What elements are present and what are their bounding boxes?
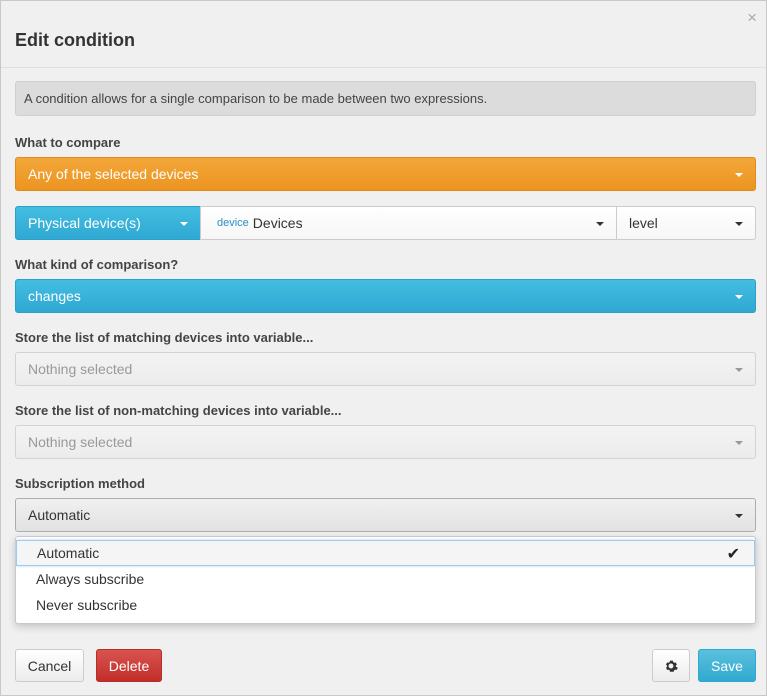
option-label: Never subscribe: [36, 597, 138, 613]
matching-var-placeholder: Nothing selected: [28, 361, 133, 377]
save-button[interactable]: Save: [698, 649, 756, 682]
chevron-down-icon: [735, 295, 743, 299]
comparison-select[interactable]: changes: [15, 279, 756, 313]
description-text: A condition allows for a single comparis…: [24, 91, 488, 106]
option-label: Always subscribe: [36, 571, 145, 587]
chevron-down-icon: [735, 368, 743, 372]
checkmark-icon: ✔: [726, 546, 740, 563]
attribute-value: level: [629, 215, 658, 231]
dropdown-option-automatic[interactable]: Automatic ✔: [16, 540, 755, 566]
subscription-label: Subscription method: [15, 476, 145, 491]
delete-label: Delete: [108, 657, 150, 674]
settings-button[interactable]: [652, 649, 690, 682]
cancel-button[interactable]: Cancel: [15, 649, 84, 682]
nonmatching-var-placeholder: Nothing selected: [28, 434, 133, 450]
subscription-select[interactable]: Automatic: [15, 498, 756, 532]
nonmatching-var-select[interactable]: Nothing selected: [15, 425, 756, 459]
chevron-down-icon: [735, 441, 743, 445]
header-divider: [1, 67, 766, 68]
chevron-down-icon: [735, 222, 743, 226]
dropdown-option-always-subscribe[interactable]: Always subscribe: [16, 566, 755, 592]
device-select[interactable]: device Devices: [200, 206, 617, 240]
comparison-value: changes: [28, 288, 81, 304]
compare-select-value: Any of the selected devices: [28, 166, 199, 182]
comparison-label: What kind of comparison?: [15, 257, 179, 272]
chevron-down-icon: [735, 173, 743, 177]
matching-var-label: Store the list of matching devices into …: [15, 330, 314, 345]
device-value: Devices: [252, 215, 303, 231]
dropdown-option-never-subscribe[interactable]: Never subscribe: [16, 592, 755, 618]
save-label: Save: [711, 657, 743, 674]
nonmatching-var-label: Store the list of non-matching devices i…: [15, 403, 342, 418]
subscription-value: Automatic: [28, 507, 91, 523]
compare-select[interactable]: Any of the selected devices: [15, 157, 756, 191]
chevron-down-icon: [735, 514, 743, 518]
source-type-select[interactable]: Physical device(s): [15, 206, 201, 240]
subscription-dropdown-menu: Automatic ✔ Always subscribe Never subsc…: [15, 536, 756, 624]
cancel-label: Cancel: [27, 657, 72, 674]
chevron-down-icon: [180, 222, 188, 226]
source-type-value: Physical device(s): [28, 215, 141, 231]
compare-label: What to compare: [15, 135, 121, 150]
matching-var-select[interactable]: Nothing selected: [15, 352, 756, 386]
dialog-title: Edit condition: [15, 30, 135, 50]
description-panel: A condition allows for a single comparis…: [15, 81, 756, 116]
gear-icon: [665, 660, 678, 672]
edit-condition-dialog: × Edit condition A condition allows for …: [0, 0, 767, 696]
chevron-down-icon: [596, 222, 604, 226]
attribute-select[interactable]: level: [616, 206, 756, 240]
device-tag: device: [217, 217, 249, 229]
option-label: Automatic: [37, 545, 100, 561]
delete-button[interactable]: Delete: [96, 649, 162, 682]
close-icon[interactable]: ×: [747, 8, 757, 28]
